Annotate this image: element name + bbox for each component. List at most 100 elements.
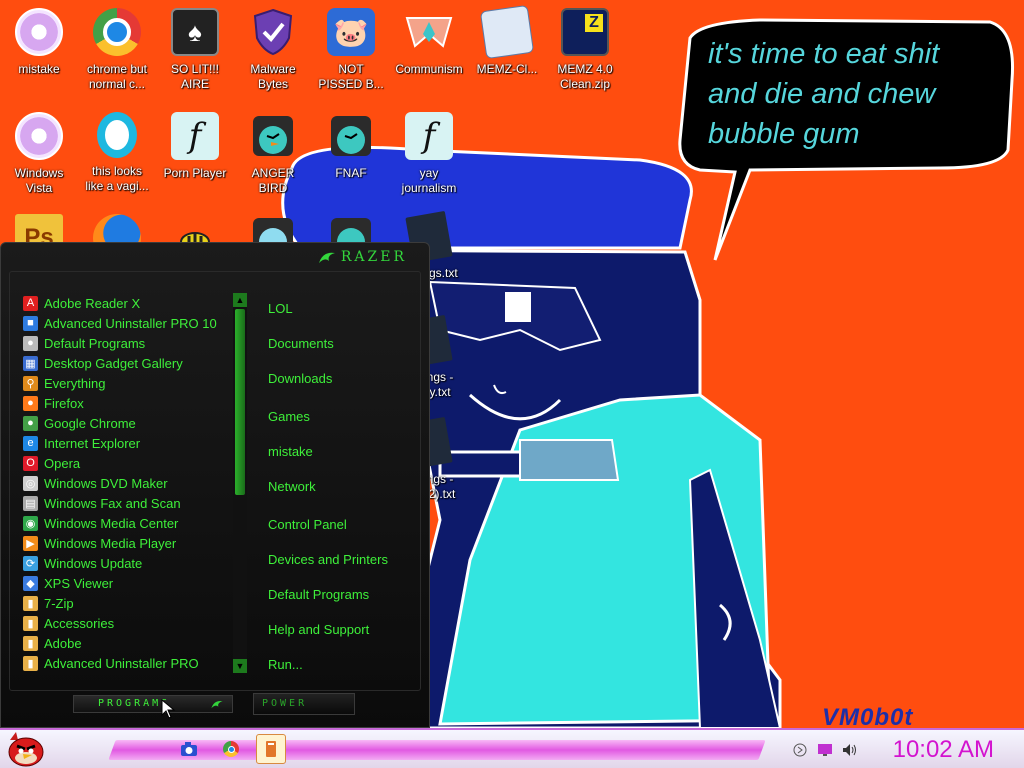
places-item[interactable]: Default Programs xyxy=(268,587,369,602)
places-item[interactable]: Games xyxy=(268,409,310,424)
program-item[interactable]: ● Google Chrome xyxy=(23,413,233,433)
program-item-label: Firefox xyxy=(44,395,84,411)
label-line: BIRD xyxy=(258,181,288,195)
label-line: PISSED B... xyxy=(318,77,384,91)
label-line: SO LIT!!! xyxy=(170,62,219,76)
program-item[interactable]: ◆ XPS Viewer xyxy=(23,573,233,593)
taskbar: 10:02 AM xyxy=(0,728,1024,768)
desktop-icon-windows-vista[interactable]: Windows Vista xyxy=(0,112,78,196)
scroll-down-button[interactable]: ▼ xyxy=(233,659,247,673)
desktop-icon-chrome-normal[interactable]: chrome but normal c... xyxy=(78,8,156,92)
start-button[interactable] xyxy=(2,728,50,768)
power-button[interactable]: POWER xyxy=(253,693,355,715)
desktop-icon-opera[interactable]: this looks like a vagi... xyxy=(78,112,156,194)
taskbar-pinned-chrome[interactable] xyxy=(220,738,242,760)
volume-icon[interactable] xyxy=(842,742,858,758)
desktop-icon-memz-zip[interactable]: MEMZ 4.0Clean.zip xyxy=(546,8,624,92)
places-item[interactable]: mistake xyxy=(268,444,313,459)
monitor-icon[interactable] xyxy=(817,742,833,758)
label-line: ngs - xyxy=(426,370,454,384)
program-item[interactable]: ▮ 7-Zip xyxy=(23,593,233,613)
places-item[interactable]: Downloads xyxy=(268,371,332,386)
taskbar-band xyxy=(108,740,766,760)
desktop-icon-label: Communism xyxy=(395,62,463,76)
start-menu: RAZER A Adobe Reader X ■ Advanced Uninstall… xyxy=(0,242,430,728)
program-item-label: Everything xyxy=(44,375,106,391)
camera-icon xyxy=(181,742,197,756)
program-item[interactable]: ● Firefox xyxy=(23,393,233,413)
desktop-icon-label: MEMZ 4.0 Clean.zip xyxy=(546,62,624,92)
program-item[interactable]: ⟳ Windows Update xyxy=(23,553,233,573)
power-button-label: POWER xyxy=(262,698,308,709)
places-item[interactable]: Control Panel xyxy=(268,517,347,532)
taskbar-pinned-camera[interactable] xyxy=(178,738,200,760)
label-line: Windows xyxy=(14,166,64,180)
razer-logo: RAZER xyxy=(317,249,407,265)
scroll-up-button[interactable]: ▲ xyxy=(233,293,247,307)
program-item[interactable]: O Opera xyxy=(23,453,233,473)
program-scrollbar[interactable]: ▲ ▼ xyxy=(233,293,247,673)
desktop-icon-so-lit-aire[interactable]: ♠ SO LIT!!! AIRE xyxy=(156,8,234,92)
desktop-icon-label: this looks like a vagi... xyxy=(78,164,156,194)
program-item[interactable]: ■ Advanced Uninstaller PRO 10 xyxy=(23,313,233,333)
folder-icon: ▮ xyxy=(23,595,38,611)
desktop-icon-fnaf[interactable]: FNAF xyxy=(312,112,390,181)
program-item[interactable]: ⚲ Everything xyxy=(23,373,233,393)
adobe-reader-icon: A xyxy=(23,295,38,311)
media-player-icon: ▶ xyxy=(23,535,38,551)
taskbar-clock[interactable]: 10:02 AM xyxy=(893,736,994,764)
program-item[interactable]: ● Default Programs xyxy=(23,333,233,353)
memz-icon xyxy=(479,4,535,60)
places-item[interactable]: LOL xyxy=(268,301,293,316)
program-item-label: Opera xyxy=(44,455,81,471)
program-item-label: Advanced Uninstaller PRO xyxy=(44,655,199,671)
taskbar-active-window[interactable] xyxy=(256,734,286,764)
label-line: AIRE xyxy=(180,77,209,91)
places-item[interactable]: Devices and Printers xyxy=(268,552,388,567)
places-item[interactable]: Network xyxy=(268,479,316,494)
program-list: A Adobe Reader X ■ Advanced Uninstaller PRO… xyxy=(23,293,233,673)
desktop-icon-malwarebytes[interactable]: Malware Bytes xyxy=(234,8,312,92)
program-item[interactable]: ▦ Desktop Gadget Gallery xyxy=(23,353,233,373)
desktop-icon-yay-journalism[interactable]: f yay journalism xyxy=(390,112,468,196)
places-item[interactable]: Documents xyxy=(268,336,334,351)
desktop-icon-not-pissed[interactable]: 🐷 NOT PISSED B... xyxy=(312,8,390,92)
scroll-thumb[interactable] xyxy=(235,309,245,495)
chrome-icon-center xyxy=(227,745,235,753)
opera-icon: O xyxy=(23,455,38,471)
bird-icon xyxy=(249,112,297,160)
communism-icon xyxy=(405,8,453,56)
xps-icon: ◆ xyxy=(23,575,38,591)
desktop-icon-anger-bird[interactable]: ANGER BIRD xyxy=(234,112,312,196)
default-programs-icon: ● xyxy=(23,335,38,351)
pig-icon: 🐷 xyxy=(327,8,375,56)
program-item[interactable]: ▮ Adobe xyxy=(23,633,233,653)
program-item[interactable]: e Internet Explorer xyxy=(23,433,233,453)
places-item[interactable]: Run... xyxy=(268,657,303,672)
desktop-icon-memz-cl[interactable]: MEMZ-Cl... xyxy=(468,4,546,77)
places-item[interactable]: Help and Support xyxy=(268,622,369,637)
media-center-icon: ◉ xyxy=(23,515,38,531)
label-line: ANGER xyxy=(251,166,295,180)
desktop-icon-communism[interactable]: Communism xyxy=(390,8,468,77)
program-item[interactable]: ◎ Windows DVD Maker xyxy=(23,473,233,493)
program-item[interactable]: ◉ Windows Media Center xyxy=(23,513,233,533)
program-item[interactable]: ▶ Windows Media Player xyxy=(23,533,233,553)
action-center-icon[interactable] xyxy=(792,742,808,758)
program-item-label: Windows DVD Maker xyxy=(44,475,168,491)
label-line: ngs - xyxy=(426,472,454,486)
program-item[interactable]: ▮ Accessories xyxy=(23,613,233,633)
label-line: yay xyxy=(419,166,439,180)
desktop-icon-mistake[interactable]: mistake xyxy=(0,8,78,77)
program-item-label: Advanced Uninstaller PRO 10 xyxy=(44,315,217,331)
desktop-icon-porn-player[interactable]: f Porn Player xyxy=(156,112,234,181)
chrome-icon xyxy=(223,741,239,757)
program-item[interactable]: ▮ Advanced Uninstaller PRO xyxy=(23,653,233,673)
programs-button[interactable]: PROGRAMS xyxy=(73,695,233,713)
zip-icon xyxy=(561,8,609,56)
start-menu-bottom-bar: PROGRAMS POWER xyxy=(1,687,431,727)
program-item[interactable]: A Adobe Reader X xyxy=(23,293,233,313)
program-item[interactable]: ▤ Windows Fax and Scan xyxy=(23,493,233,513)
dvd-icon: ◎ xyxy=(23,475,38,491)
purple-disc-icon xyxy=(15,112,63,160)
